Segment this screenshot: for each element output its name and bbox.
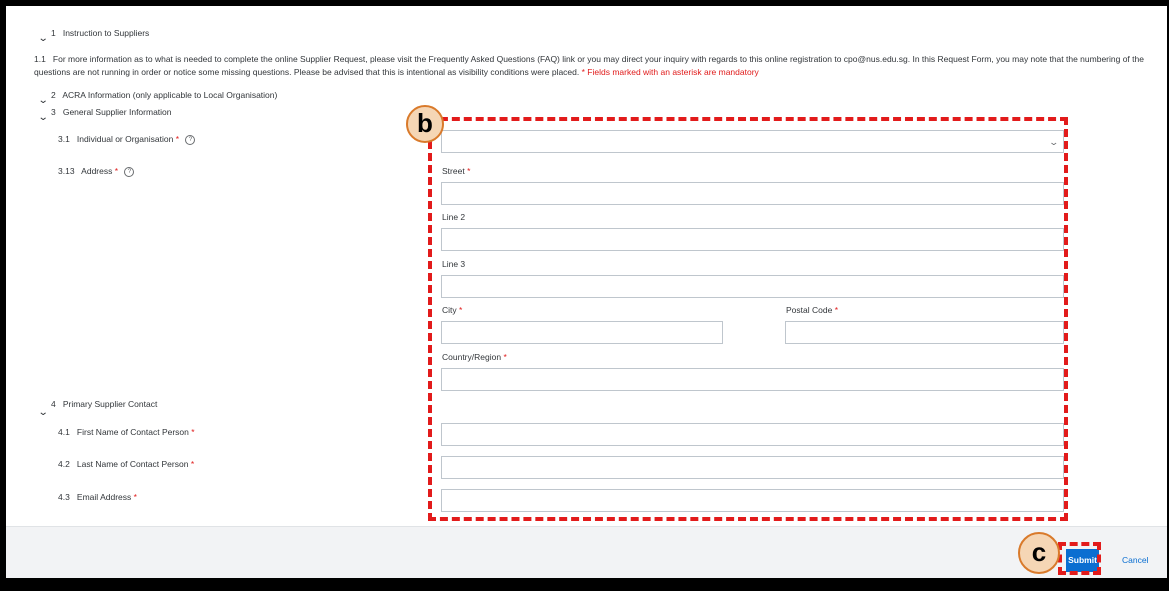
section-4-header[interactable]: 4 Primary Supplier Contact [51, 399, 157, 409]
question-4-3-label: 4.3 Email Address * [58, 492, 137, 502]
section-1-header[interactable]: 1 Instruction to Suppliers [51, 28, 149, 38]
question-text: Email Address [76, 492, 132, 502]
annotation-callout-c: c [1018, 532, 1060, 574]
section-number: 2 [51, 90, 56, 100]
chevron-down-icon[interactable]: ⌄ [38, 95, 49, 106]
question-3-1-label: 3.1 Individual or Organisation * ? [58, 134, 196, 145]
section-3-header[interactable]: 3 General Supplier Information [51, 107, 172, 117]
section-number: 3 [51, 107, 56, 117]
instruction-number: 1.1 [34, 54, 46, 64]
annotation-callout-b: b [406, 105, 444, 143]
annotation-box-b [428, 117, 1068, 521]
question-number: 4.2 [58, 459, 70, 469]
section-title: Primary Supplier Contact [62, 399, 158, 409]
chevron-down-icon[interactable]: ⌄ [38, 407, 49, 418]
section-title: General Supplier Information [62, 107, 172, 117]
required-asterisk: * [191, 427, 195, 437]
required-asterisk: * [190, 459, 195, 469]
section-number: 4 [51, 399, 56, 409]
question-number: 4.3 [58, 492, 70, 502]
question-4-2-label: 4.2 Last Name of Contact Person * [58, 459, 194, 469]
question-text: Individual or Organisation [76, 134, 174, 144]
question-number: 3.13 [58, 166, 75, 176]
form-footer [6, 526, 1167, 578]
cancel-button[interactable]: Cancel [1122, 549, 1148, 572]
chevron-down-icon[interactable]: ⌄ [38, 112, 49, 123]
help-icon[interactable]: ? [124, 166, 135, 177]
supplier-request-form: ⌄ 1 Instruction to Suppliers 1.1 For mor… [6, 6, 1167, 578]
help-icon[interactable]: ? [185, 134, 196, 145]
section-title: Instruction to Suppliers [62, 28, 150, 38]
annotation-box-c [1058, 542, 1101, 575]
question-number: 3.1 [58, 134, 70, 144]
required-asterisk: * [114, 166, 119, 176]
question-text: Last Name of Contact Person [76, 459, 189, 469]
mandatory-note: * Fields marked with an asterisk are man… [581, 67, 759, 77]
question-4-1-label: 4.1 First Name of Contact Person * [58, 427, 195, 437]
required-asterisk: * [175, 134, 179, 144]
question-number: 4.1 [58, 427, 70, 437]
section-number: 1 [51, 28, 56, 38]
question-text: Address [81, 166, 113, 176]
question-3-13-label: 3.13 Address * ? [58, 166, 135, 177]
chevron-down-icon[interactable]: ⌄ [38, 33, 49, 44]
section-title: ACRA Information (only applicable to Loc… [62, 90, 278, 100]
section-2-header[interactable]: 2 ACRA Information (only applicable to L… [51, 90, 277, 100]
question-text: First Name of Contact Person [76, 427, 189, 437]
required-asterisk: * [133, 492, 137, 502]
instructions-paragraph: 1.1 For more information as to what is n… [34, 53, 1164, 79]
